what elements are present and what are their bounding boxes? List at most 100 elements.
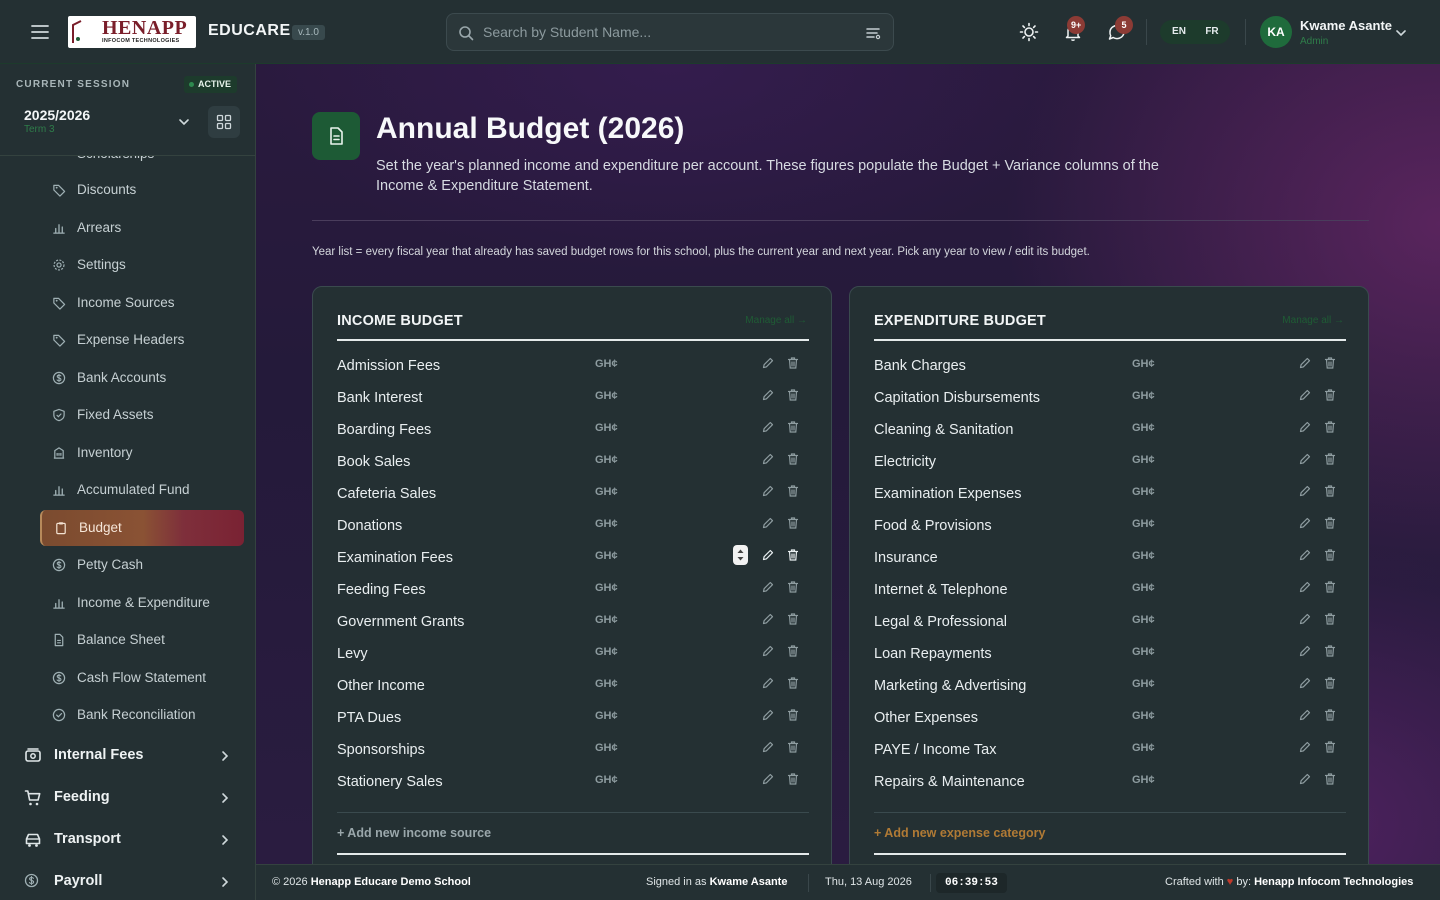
trash-icon[interactable] [786, 612, 800, 626]
sidebar-group-payroll[interactable]: Payroll [0, 862, 255, 900]
filter-icon[interactable] [865, 25, 881, 41]
pencil-icon[interactable] [1298, 516, 1312, 530]
pencil-icon[interactable] [761, 612, 775, 626]
pencil-icon[interactable] [1298, 356, 1312, 370]
trash-icon[interactable] [1323, 644, 1337, 658]
bar-chart-icon [53, 598, 65, 609]
pencil-icon[interactable] [1298, 676, 1312, 690]
pencil-icon[interactable] [1298, 388, 1312, 402]
trash-icon[interactable] [1323, 612, 1337, 626]
pencil-icon[interactable] [1298, 772, 1312, 786]
pencil-icon[interactable] [761, 740, 775, 754]
trash-icon[interactable] [1323, 676, 1337, 690]
pencil-icon[interactable] [761, 772, 775, 786]
trash-icon[interactable] [1323, 772, 1337, 786]
trash-icon[interactable] [786, 452, 800, 466]
manage-all-link[interactable]: Manage all → [745, 315, 807, 326]
trash-icon[interactable] [1323, 548, 1337, 562]
sidebar-item-income-sources[interactable]: Income Sources [40, 285, 244, 321]
trash-icon[interactable] [786, 420, 800, 434]
lang-fr-option[interactable]: FR [1196, 20, 1228, 44]
sidebar-item-expense-headers[interactable]: Expense Headers [40, 322, 244, 358]
account-name: Donations [337, 518, 403, 534]
chevron-down-icon[interactable] [1394, 26, 1408, 40]
pencil-icon[interactable] [1298, 420, 1312, 434]
trash-icon[interactable] [786, 548, 800, 562]
trash-icon[interactable] [786, 772, 800, 786]
pencil-icon[interactable] [1298, 740, 1312, 754]
sidebar-item-settings[interactable]: Settings [40, 247, 244, 283]
number-spinner[interactable] [733, 545, 748, 565]
pencil-icon[interactable] [761, 548, 775, 562]
sidebar-item-cash-flow-statement[interactable]: Cash Flow Statement [40, 660, 244, 696]
pencil-icon[interactable] [761, 484, 775, 498]
pencil-icon[interactable] [1298, 548, 1312, 562]
trash-icon[interactable] [786, 708, 800, 722]
pencil-icon[interactable] [761, 356, 775, 370]
menu-icon[interactable] [28, 22, 52, 42]
sidebar-item-bank-reconciliation[interactable]: Bank Reconciliation [40, 697, 244, 733]
pencil-icon[interactable] [761, 644, 775, 658]
currency-label: GH¢ [595, 614, 618, 626]
sidebar-item-discounts[interactable]: Discounts [40, 172, 244, 208]
trash-icon[interactable] [1323, 516, 1337, 530]
trash-icon[interactable] [1323, 484, 1337, 498]
add-income-source-link[interactable]: + Add new income source [337, 826, 491, 840]
lang-en-option[interactable]: EN [1163, 20, 1195, 44]
user-name[interactable]: Kwame Asante [1300, 18, 1392, 33]
trash-icon[interactable] [1323, 452, 1337, 466]
sidebar-group-feeding[interactable]: Feeding [0, 778, 255, 816]
company-logo[interactable]: HENAPP INFOCOM TECHNOLOGIES [68, 16, 196, 48]
pencil-icon[interactable] [761, 420, 775, 434]
pencil-icon[interactable] [761, 708, 775, 722]
trash-icon[interactable] [786, 740, 800, 754]
avatar[interactable]: KA [1260, 16, 1292, 48]
trash-icon[interactable] [1323, 356, 1337, 370]
sidebar-group-internal-fees[interactable]: Internal Fees [0, 736, 255, 774]
manage-all-link[interactable]: Manage all → [1282, 315, 1344, 326]
chevron-down-icon[interactable] [176, 114, 192, 130]
account-name: Boarding Fees [337, 422, 432, 438]
pencil-icon[interactable] [1298, 708, 1312, 722]
trash-icon[interactable] [1323, 420, 1337, 434]
sidebar-item-balance-sheet[interactable]: Balance Sheet [40, 622, 244, 658]
trash-icon[interactable] [786, 356, 800, 370]
pencil-icon[interactable] [1298, 484, 1312, 498]
trash-icon[interactable] [786, 676, 800, 690]
pencil-icon[interactable] [761, 676, 775, 690]
sidebar-item-income-and-expenditure[interactable]: Income & Expenditure [40, 585, 244, 621]
trash-icon[interactable] [786, 580, 800, 594]
search-input[interactable] [483, 14, 853, 50]
trash-icon[interactable] [1323, 708, 1337, 722]
pencil-icon[interactable] [761, 452, 775, 466]
trash-icon[interactable] [1323, 740, 1337, 754]
sidebar-item-arrears[interactable]: Arrears [40, 210, 244, 246]
pencil-icon[interactable] [1298, 612, 1312, 626]
app-grid-button[interactable] [208, 106, 240, 138]
sidebar-item-fixed-assets[interactable]: Fixed Assets [40, 397, 244, 433]
session-year[interactable]: 2025/2026 [24, 107, 90, 123]
sidebar-item-accumulated-fund[interactable]: Accumulated Fund [40, 472, 244, 508]
sidebar-item-inventory[interactable]: Inventory [40, 435, 244, 471]
currency-label: GH¢ [1132, 486, 1155, 498]
trash-icon[interactable] [1323, 580, 1337, 594]
trash-icon[interactable] [786, 484, 800, 498]
chevron-right-icon [222, 793, 229, 803]
add-expense-category-link[interactable]: + Add new expense category [874, 826, 1045, 840]
pencil-icon[interactable] [1298, 644, 1312, 658]
pencil-icon[interactable] [1298, 452, 1312, 466]
sidebar-group-transport[interactable]: Transport [0, 820, 255, 858]
sidebar-item-bank-accounts[interactable]: Bank Accounts [40, 360, 244, 396]
pencil-icon[interactable] [761, 516, 775, 530]
sidebar-item-budget[interactable]: Budget [40, 509, 244, 546]
company-link[interactable]: Henapp Infocom Technologies [1254, 876, 1413, 888]
trash-icon[interactable] [786, 388, 800, 402]
pencil-icon[interactable] [761, 580, 775, 594]
pencil-icon[interactable] [761, 388, 775, 402]
sidebar-item-petty-cash[interactable]: Petty Cash [40, 547, 244, 583]
trash-icon[interactable] [786, 644, 800, 658]
theme-toggle-button[interactable] [1015, 18, 1043, 46]
trash-icon[interactable] [1323, 388, 1337, 402]
pencil-icon[interactable] [1298, 580, 1312, 594]
trash-icon[interactable] [786, 516, 800, 530]
